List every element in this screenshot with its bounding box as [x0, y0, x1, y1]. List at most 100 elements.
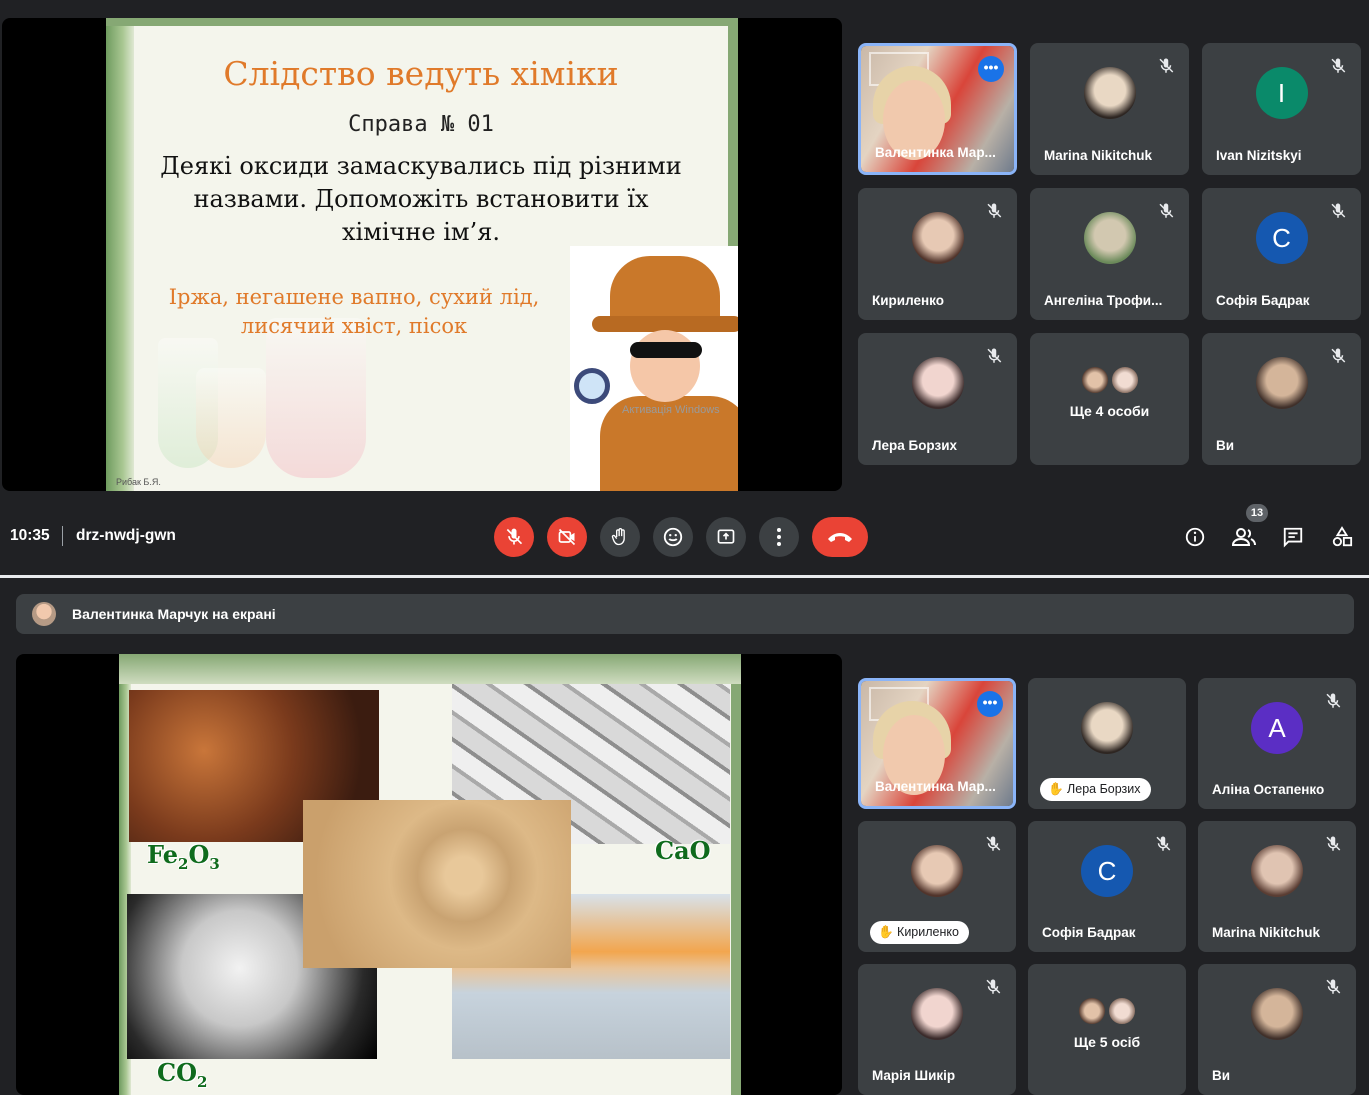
avatar: C: [1081, 844, 1133, 897]
formula-cao: CaO: [655, 836, 711, 865]
participant-name: Софія Бадрак: [1042, 925, 1136, 940]
leave-call-button[interactable]: [812, 517, 868, 557]
participant-name: Marina Nikitchuk: [1212, 925, 1321, 940]
raise-hand-button[interactable]: [600, 517, 640, 557]
participant-tile[interactable]: Ви: [1202, 333, 1361, 465]
avatar: [1255, 357, 1308, 409]
participant-name: Кириленко: [872, 293, 944, 308]
more-options-button[interactable]: [759, 517, 799, 557]
avatar: [32, 602, 56, 626]
mic-toggle-button[interactable]: [494, 517, 534, 557]
tile-options-button[interactable]: •••: [978, 56, 1004, 82]
participant-tile[interactable]: A Аліна Остапенко: [1198, 678, 1356, 809]
camera-toggle-button[interactable]: [547, 517, 587, 557]
mic-off-icon: [1324, 978, 1342, 996]
slide: Fe2O3 CaO CO2: [119, 654, 741, 1095]
mic-off-icon: [1329, 57, 1347, 75]
participant-tile[interactable]: ••• Валентинка Мар...: [858, 678, 1016, 809]
slide-border-top: [106, 18, 738, 26]
mic-off-icon: [1157, 202, 1175, 220]
mic-off-icon: [985, 202, 1003, 220]
magnifier-icon: [574, 368, 610, 404]
participant-tile[interactable]: Ангеліна Трофи...: [1030, 188, 1189, 320]
emoji-icon: [663, 527, 683, 547]
participant-tile[interactable]: Марія Шикір: [858, 964, 1016, 1095]
emoji-button[interactable]: [653, 517, 693, 557]
participant-tile[interactable]: Лера Борзих: [858, 333, 1017, 465]
participant-name: Ви: [1216, 438, 1235, 453]
participant-tile[interactable]: Кириленко: [858, 188, 1017, 320]
avatar: [911, 844, 963, 897]
meeting-info-button[interactable]: [1182, 524, 1208, 550]
flask-decoration: [196, 368, 266, 468]
chat-icon: [1283, 527, 1303, 548]
avatar: [1081, 701, 1133, 754]
info-icon: [1185, 527, 1205, 547]
participant-name: Валентинка Мар...: [875, 779, 996, 794]
participant-name: Marina Nikitchuk: [1044, 148, 1153, 163]
slide-border-top: [119, 654, 741, 684]
participant-tile[interactable]: ✋ Лера Борзих: [1028, 678, 1186, 809]
avatar: [1083, 67, 1136, 119]
participant-name: Ангеліна Трофи...: [1044, 293, 1163, 308]
presentation-stage[interactable]: Fe2O3 CaO CO2: [16, 654, 842, 1095]
participant-name-text: Кириленко: [897, 925, 959, 939]
mic-off-icon: [1324, 692, 1342, 710]
avatar: A: [1251, 701, 1303, 754]
slide-border-right: [731, 654, 741, 1095]
avatar: [911, 357, 964, 409]
flask-decoration: [266, 318, 366, 478]
avatar: C: [1255, 212, 1308, 264]
participant-name: Аліна Остапенко: [1212, 782, 1325, 797]
people-button[interactable]: [1231, 524, 1257, 550]
mic-off-icon: [984, 835, 1002, 853]
participant-tile[interactable]: Ще 5 осіб: [1028, 964, 1186, 1095]
people-count-badge: 13: [1246, 504, 1268, 522]
participant-tile[interactable]: I Ivan Nizitskyi: [1202, 43, 1361, 175]
mic-off-icon: [1329, 347, 1347, 365]
avatar: [1077, 996, 1107, 1026]
participant-name: Ivan Nizitskyi: [1216, 148, 1302, 163]
avatar: [1251, 987, 1303, 1040]
participant-tile[interactable]: Marina Nikitchuk: [1030, 43, 1189, 175]
hang-up-icon: [828, 533, 852, 542]
avatar: [1107, 996, 1137, 1026]
presenting-banner: Валентинка Марчук на екрані: [16, 594, 1354, 634]
avatar: [1079, 365, 1110, 395]
mic-off-icon: [1154, 835, 1172, 853]
detective-illustration: Активація Windows: [570, 246, 738, 491]
participant-name: Валентинка Мар...: [875, 145, 996, 160]
clock: 10:35: [10, 527, 50, 544]
participant-tile[interactable]: ••• Валентинка Мар...: [858, 43, 1017, 175]
tile-options-button[interactable]: •••: [977, 691, 1003, 717]
more-vert-icon: [777, 528, 781, 546]
people-icon: [1232, 528, 1256, 546]
slide-body-text: Деякі оксиди замаскувались під різними н…: [160, 152, 682, 246]
meet-window-bottom: Валентинка Марчук на екрані Fe2O3 CaO CO…: [0, 578, 1369, 1095]
mic-off-icon: [1157, 57, 1175, 75]
shapes-icon: [1332, 526, 1353, 547]
mic-off-icon: [506, 528, 523, 545]
presentation-stage[interactable]: Слідство ведуть хіміки Справа № 01 Деякі…: [2, 18, 842, 491]
slide-case-number: Справа № 01: [348, 112, 494, 137]
avatar: [1251, 844, 1303, 897]
meeting-code: drz-nwdj-gwn: [76, 527, 176, 544]
slide-border-left: [106, 18, 134, 491]
avatar: [1083, 212, 1136, 264]
present-icon: [717, 529, 735, 544]
participant-tile[interactable]: Ви: [1198, 964, 1356, 1095]
participant-tile[interactable]: ✋ Кириленко: [858, 821, 1016, 952]
participant-tile[interactable]: C Софія Бадрак: [1202, 188, 1361, 320]
formula-fe2o3: Fe2O3: [147, 840, 220, 873]
chat-button[interactable]: [1280, 524, 1306, 550]
slide-clue-text: Іржа, негашене вапно, сухий лід, лисячий…: [168, 285, 540, 338]
activities-button[interactable]: [1329, 524, 1355, 550]
participant-name: Ви: [1212, 1068, 1231, 1083]
participant-tile[interactable]: Ще 4 особи: [1030, 333, 1189, 465]
participant-tile[interactable]: Marina Nikitchuk: [1198, 821, 1356, 952]
hand-icon: ✋: [878, 925, 898, 939]
present-screen-button[interactable]: [706, 517, 746, 557]
participant-name-text: Лера Борзих: [1067, 782, 1141, 796]
presenting-banner-text: Валентинка Марчук на екрані: [72, 606, 276, 622]
participant-tile[interactable]: C Софія Бадрак: [1028, 821, 1186, 952]
